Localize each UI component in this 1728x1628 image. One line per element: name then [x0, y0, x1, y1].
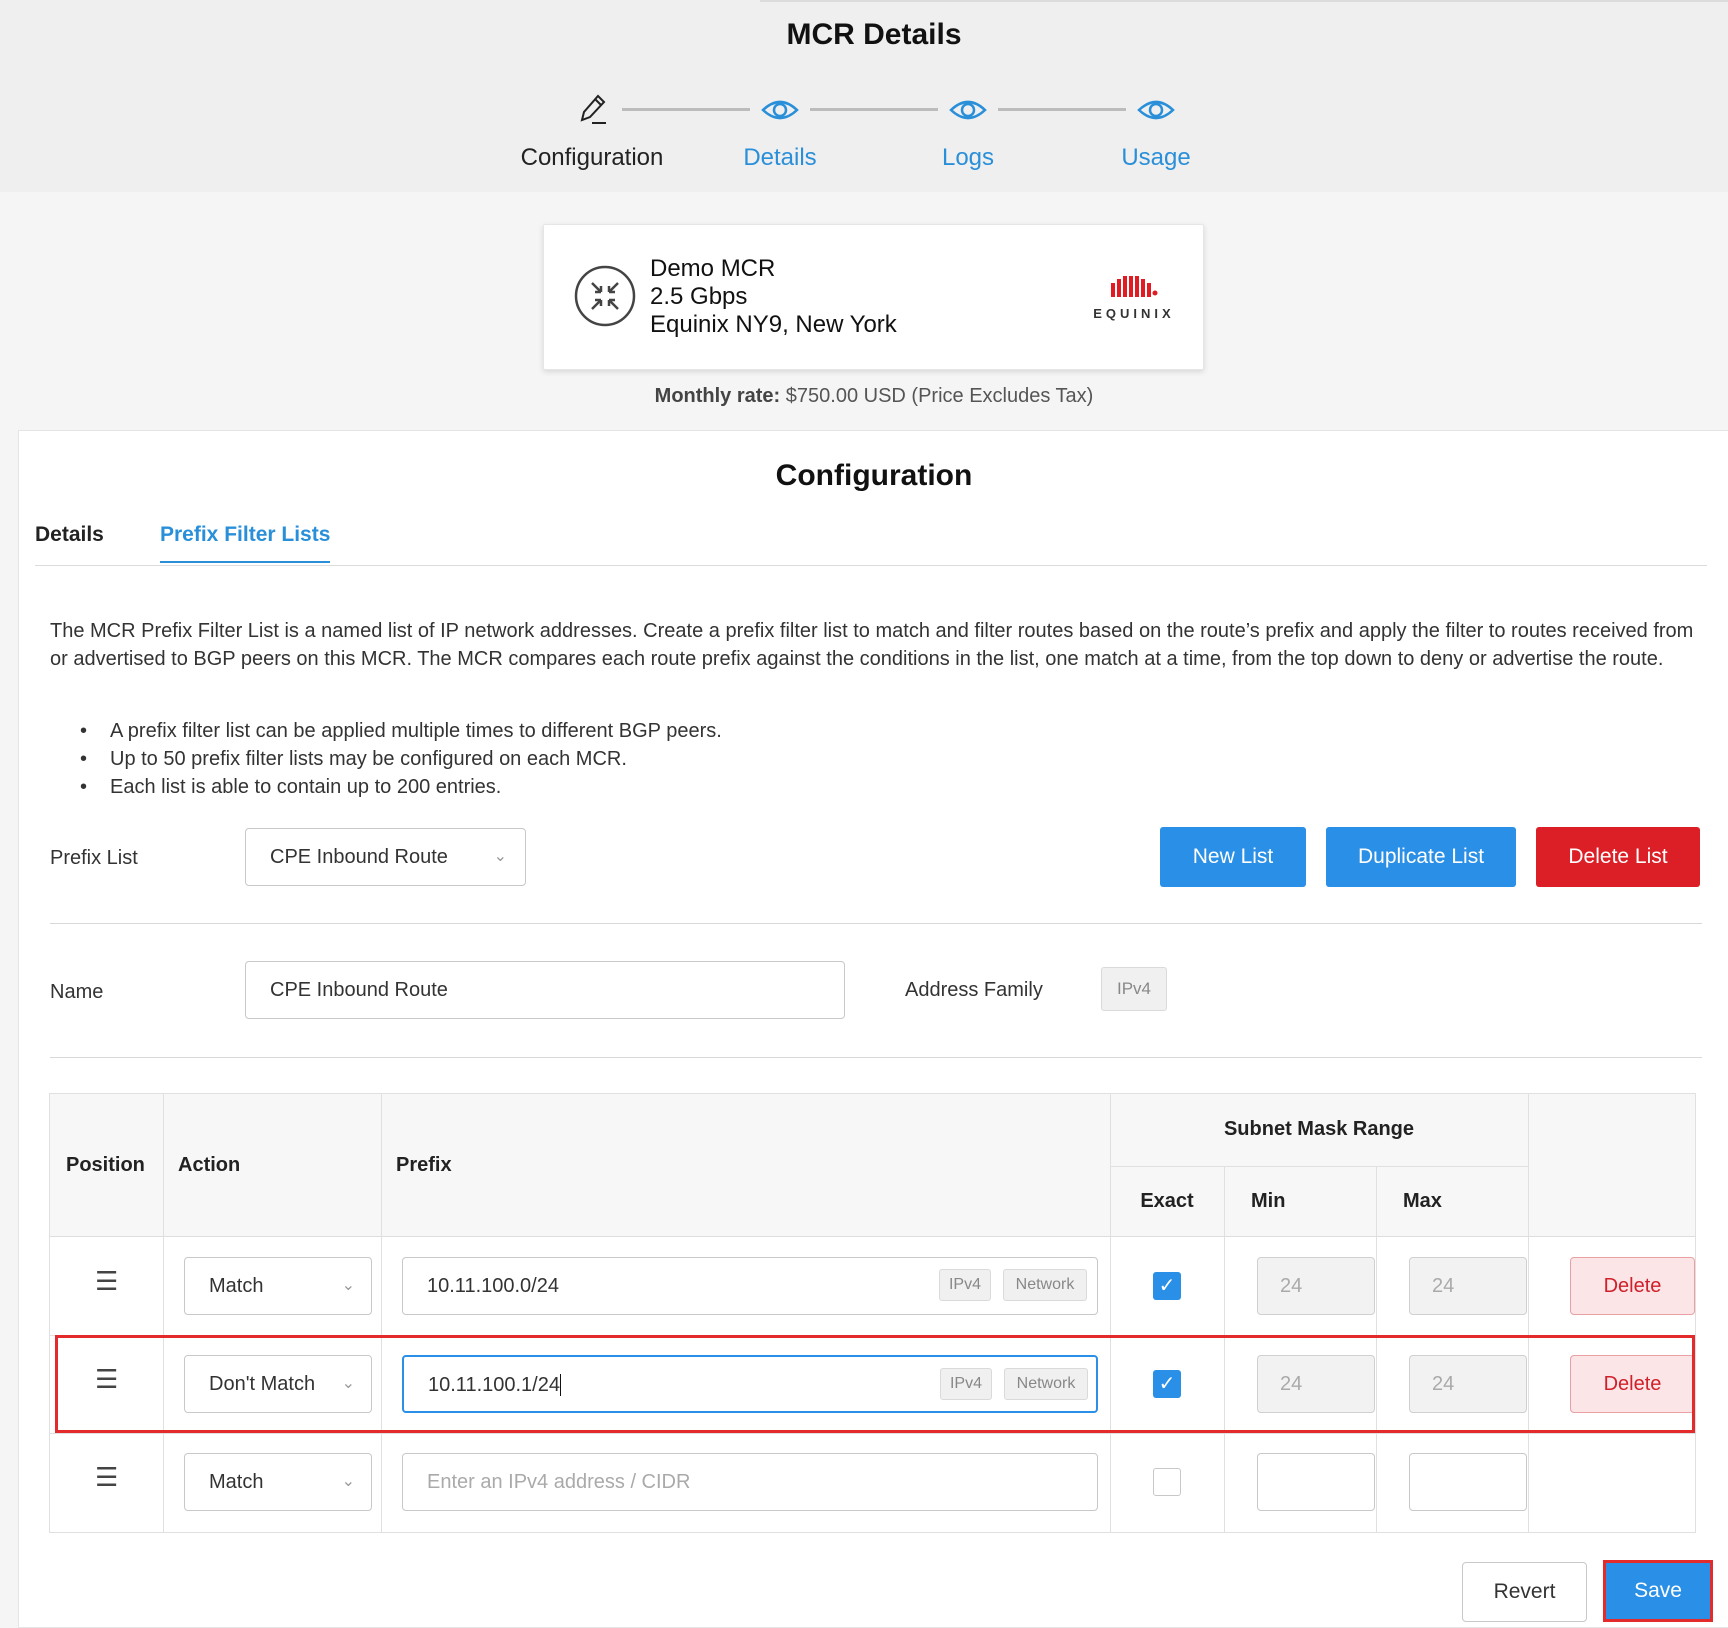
column-header-action: Action: [178, 1154, 241, 1176]
new-list-button[interactable]: New List: [1160, 827, 1306, 887]
ipv4-tag: IPv4: [939, 1269, 991, 1301]
chevron-down-icon: ⌄: [493, 848, 507, 865]
column-divider: [1528, 1094, 1529, 1532]
drag-handle-icon[interactable]: ☰: [95, 1266, 118, 1297]
page-header: MCR Details Configuration Details Logs U…: [0, 0, 1728, 192]
save-button[interactable]: Save: [1603, 1560, 1713, 1622]
column-header-prefix: Prefix: [396, 1154, 452, 1176]
product-speed: 2.5 Gbps: [650, 283, 748, 310]
section-title: Configuration: [775, 459, 973, 492]
highlight-box: [55, 1335, 1695, 1433]
drag-handle-icon[interactable]: ☰: [95, 1462, 118, 1493]
prefix-input[interactable]: 10.11.100.0/24 IPv4 Network: [402, 1257, 1098, 1315]
row-divider: [50, 1433, 1695, 1434]
eye-icon: [761, 100, 799, 120]
name-input[interactable]: CPE Inbound Route: [245, 961, 845, 1019]
prefix-list-select[interactable]: CPE Inbound Route ⌄: [245, 828, 526, 886]
monthly-rate: Monthly rate: $750.00 USD (Price Exclude…: [0, 385, 1728, 408]
product-name: Demo MCR: [650, 255, 776, 282]
column-header-position: Position: [66, 1154, 145, 1176]
column-header-exact: Exact: [1140, 1190, 1194, 1212]
prefix-input[interactable]: Enter an IPv4 address / CIDR: [402, 1453, 1098, 1511]
divider: [50, 923, 1702, 924]
delete-list-button[interactable]: Delete List: [1536, 827, 1700, 887]
tab-details[interactable]: Details: [35, 523, 104, 547]
tab-prefix-filter-lists[interactable]: Prefix Filter Lists: [160, 523, 331, 563]
min-input[interactable]: 24: [1257, 1257, 1375, 1315]
row-divider: [1110, 1166, 1528, 1167]
eye-icon: [1137, 100, 1175, 120]
action-select[interactable]: Match ⌄: [184, 1453, 372, 1511]
product-location: Equinix NY9, New York: [650, 311, 897, 338]
step-usage[interactable]: Usage: [1056, 92, 1256, 172]
step-configuration[interactable]: Configuration: [492, 92, 692, 172]
tabs-divider: [35, 565, 1707, 566]
action-value: Match: [209, 1275, 264, 1297]
prefix-value: 10.11.100.0/24: [427, 1275, 559, 1297]
max-input[interactable]: 24: [1409, 1257, 1527, 1315]
mcr-icon: [574, 265, 636, 327]
step-label: Usage: [1121, 144, 1191, 171]
divider: [50, 1057, 1702, 1058]
equinix-mark-icon: [1111, 276, 1158, 297]
address-family-label: Address Family: [905, 979, 1043, 1001]
name-label: Name: [50, 981, 104, 1003]
address-family-badge: IPv4: [1101, 967, 1167, 1011]
revert-button[interactable]: Revert: [1462, 1562, 1587, 1622]
logo-text: EQUINIX: [1093, 306, 1175, 321]
chevron-down-icon: ⌄: [341, 1277, 355, 1294]
step-label: Configuration: [520, 144, 664, 171]
column-header-subnet-mask-range: Subnet Mask Range: [1223, 1118, 1415, 1140]
eye-icon: [949, 100, 987, 120]
step-label: Details: [743, 144, 817, 171]
configuration-panel: Configuration Details Prefix Filter List…: [18, 430, 1728, 1628]
rate-value: $750.00 USD (Price Excludes Tax): [785, 385, 1094, 407]
step-label: Logs: [941, 144, 995, 171]
step-details[interactable]: Details: [680, 92, 880, 172]
action-select[interactable]: Match ⌄: [184, 1257, 372, 1315]
delete-row-button[interactable]: Delete: [1570, 1257, 1695, 1315]
column-divider: [381, 1094, 382, 1532]
prefix-placeholder: Enter an IPv4 address / CIDR: [427, 1471, 691, 1493]
column-header-min: Min: [1251, 1190, 1286, 1212]
list-item: A prefix filter list can be applied mult…: [50, 717, 722, 745]
exact-checkbox[interactable]: [1153, 1468, 1181, 1496]
exact-checkbox[interactable]: ✓: [1153, 1272, 1181, 1300]
header-divider: [760, 0, 1728, 2]
rate-label: Monthly rate:: [654, 385, 781, 407]
prefix-list-label: Prefix List: [50, 847, 138, 869]
duplicate-list-button[interactable]: Duplicate List: [1326, 827, 1516, 887]
list-item: Up to 50 prefix filter lists may be conf…: [50, 745, 722, 773]
product-card: Demo MCR 2.5 Gbps Equinix NY9, New York …: [543, 224, 1204, 370]
network-tag: Network: [1003, 1269, 1087, 1301]
bullet-list: A prefix filter list can be applied mult…: [50, 717, 722, 801]
max-input[interactable]: [1409, 1453, 1527, 1511]
description: The MCR Prefix Filter List is a named li…: [50, 620, 1694, 670]
prefix-table: Position Action Prefix Subnet Mask Range…: [49, 1093, 1696, 1533]
min-input[interactable]: [1257, 1453, 1375, 1511]
chevron-down-icon: ⌄: [341, 1473, 355, 1490]
column-divider: [1110, 1094, 1111, 1532]
list-item: Each list is able to contain up to 200 e…: [50, 773, 722, 801]
column-header-max: Max: [1403, 1190, 1442, 1212]
column-divider: [163, 1094, 164, 1532]
page-title: MCR Details: [786, 18, 962, 51]
action-value: Match: [209, 1471, 264, 1493]
equinix-logo: EQUINIX: [1084, 275, 1184, 321]
step-logs[interactable]: Logs: [868, 92, 1068, 172]
prefix-list-value: CPE Inbound Route: [270, 846, 448, 868]
pencil-icon: [580, 94, 606, 124]
